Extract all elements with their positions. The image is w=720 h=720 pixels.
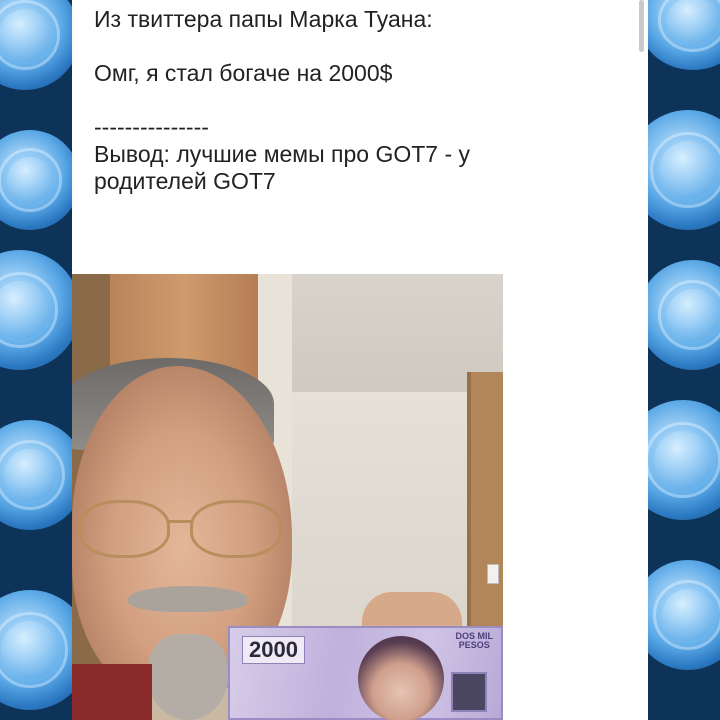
blue-flower <box>648 560 720 670</box>
glasses-lens-left <box>78 500 170 558</box>
banknote-portrait-main <box>358 636 444 720</box>
post-text: Из твиттера папы Марка Туана: Омг, я ста… <box>94 6 614 195</box>
scrollbar-thumb[interactable] <box>639 0 644 52</box>
post-photo[interactable]: 2000 DOS MIL PESOS <box>72 274 503 720</box>
glasses <box>78 500 290 560</box>
post-line-conclusion: Вывод: лучшие мемы про GOT7 - у <box>94 141 471 167</box>
banknote-value: 2000 <box>242 636 305 664</box>
flower-background-right <box>648 0 720 720</box>
beard <box>148 634 228 720</box>
banknote-caption: DOS MIL PESOS <box>456 632 494 650</box>
shirt <box>72 664 152 720</box>
blue-flower <box>648 0 720 70</box>
blue-flower <box>0 590 72 710</box>
post-line-conclusion-cont: родителей GOT7 <box>94 168 276 194</box>
blue-flower <box>0 420 72 530</box>
glasses-lens-right <box>190 500 282 558</box>
light-switch <box>487 564 499 584</box>
blue-flower <box>0 130 72 230</box>
post-separator: --------------- <box>94 114 209 140</box>
post-line-quote: Омг, я стал богаче на 2000$ <box>94 60 393 86</box>
flower-background-left <box>0 0 72 720</box>
banknote-caption-line2: PESOS <box>458 640 490 650</box>
banknote: 2000 DOS MIL PESOS <box>228 626 503 720</box>
mustache <box>128 586 248 612</box>
glasses-bridge <box>168 520 192 523</box>
blue-flower <box>648 260 720 370</box>
blue-flower <box>648 400 720 520</box>
banknote-portrait-small <box>451 672 487 712</box>
blue-flower <box>648 110 720 230</box>
post-line-source: Из твиттера папы Марка Туана: <box>94 6 433 32</box>
blue-flower <box>0 250 72 370</box>
blue-flower <box>0 0 72 90</box>
